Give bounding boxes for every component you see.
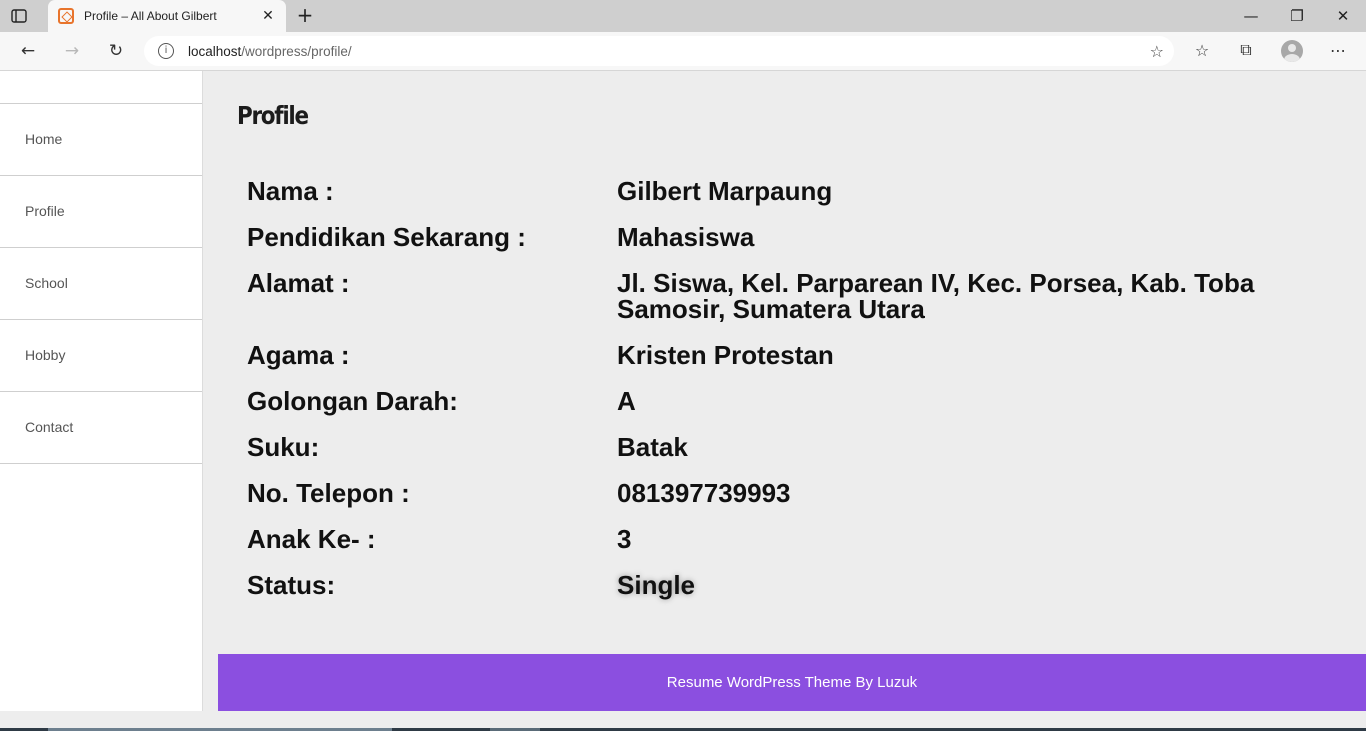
row-value: Kristen Protestan bbox=[617, 340, 834, 370]
refresh-icon[interactable]: ↻ bbox=[100, 36, 132, 66]
row-label: Suku: bbox=[247, 432, 320, 462]
address-bar[interactable]: i localhost/wordpress/profile/ ☆ bbox=[144, 36, 1174, 66]
minimize-icon[interactable]: — bbox=[1228, 0, 1274, 32]
row-value: Mahasiswa bbox=[617, 222, 755, 252]
tab-actions-icon[interactable] bbox=[10, 7, 28, 25]
site-footer: Resume WordPress Theme By Luzuk bbox=[218, 654, 1366, 711]
row-label: Status: bbox=[247, 570, 336, 600]
browser-tab-bar: Profile – All About Gilbert ✕ + — ❐ ✕ bbox=[0, 0, 1366, 32]
row-label: Pendidikan Sekarang : bbox=[247, 222, 526, 252]
row-value: Batak bbox=[617, 432, 688, 462]
profile-avatar-icon[interactable] bbox=[1281, 40, 1303, 62]
row-label: Nama : bbox=[247, 176, 334, 206]
browser-toolbar: ← → ↻ i localhost/wordpress/profile/ ☆ ☆… bbox=[0, 32, 1366, 71]
favorites-icon[interactable]: ☆ bbox=[1190, 38, 1214, 62]
row-value: A bbox=[617, 386, 636, 416]
site-info-icon[interactable]: i bbox=[158, 43, 174, 59]
close-tab-icon[interactable]: ✕ bbox=[256, 8, 280, 24]
back-arrow-icon[interactable]: ← bbox=[12, 36, 44, 66]
url-text: localhost/wordpress/profile/ bbox=[188, 44, 352, 59]
row-value: Single bbox=[617, 570, 696, 600]
row-value: Gilbert Marpaung bbox=[617, 176, 833, 206]
row-label: Alamat : bbox=[247, 268, 350, 298]
row-value: 3 bbox=[617, 524, 632, 554]
row-label: Anak Ke- : bbox=[247, 524, 376, 554]
sidebar-item-contact[interactable]: Contact bbox=[0, 392, 202, 464]
tab-title: Profile – All About Gilbert bbox=[84, 9, 217, 23]
row-label: No. Telepon : bbox=[247, 478, 410, 508]
row-label: Golongan Darah: bbox=[247, 386, 458, 416]
sidebar-item-home[interactable]: Home bbox=[0, 104, 202, 176]
row-value: Jl. Siswa, Kel. Parparean IV, Kec. Porse… bbox=[617, 268, 1255, 324]
url-path: /wordpress/profile/ bbox=[241, 43, 352, 59]
sidebar-item-profile[interactable]: Profile bbox=[0, 176, 202, 248]
forward-arrow-icon[interactable]: → bbox=[56, 36, 88, 66]
row-label: Agama : bbox=[247, 340, 350, 370]
url-host: localhost bbox=[188, 43, 242, 59]
xampp-favicon-icon bbox=[58, 8, 74, 24]
row-value: 081397739993 bbox=[617, 478, 791, 508]
sidebar-header bbox=[0, 71, 202, 104]
sidebar-item-school[interactable]: School bbox=[0, 248, 202, 320]
window-close-icon[interactable]: ✕ bbox=[1320, 0, 1366, 32]
sidebar-item-hobby[interactable]: Hobby bbox=[0, 320, 202, 392]
more-options-icon[interactable]: ⋯ bbox=[1326, 38, 1350, 62]
collections-icon[interactable]: ⧉ bbox=[1234, 38, 1258, 62]
footer-credit: Resume WordPress Theme By Luzuk bbox=[666, 674, 918, 691]
page-title: Profile bbox=[237, 101, 309, 130]
browser-tab-active[interactable]: Profile – All About Gilbert ✕ bbox=[48, 0, 286, 32]
sidebar: Home Profile School Hobby Contact bbox=[0, 71, 203, 711]
main-content: Profile Nama : Gilbert Marpaung Pendidik… bbox=[203, 71, 1366, 654]
new-tab-button[interactable]: + bbox=[292, 4, 318, 28]
web-page: Home Profile School Hobby Contact Profil… bbox=[0, 71, 1366, 711]
add-favorite-icon[interactable]: ☆ bbox=[1150, 42, 1164, 61]
restore-icon[interactable]: ❐ bbox=[1274, 0, 1320, 32]
